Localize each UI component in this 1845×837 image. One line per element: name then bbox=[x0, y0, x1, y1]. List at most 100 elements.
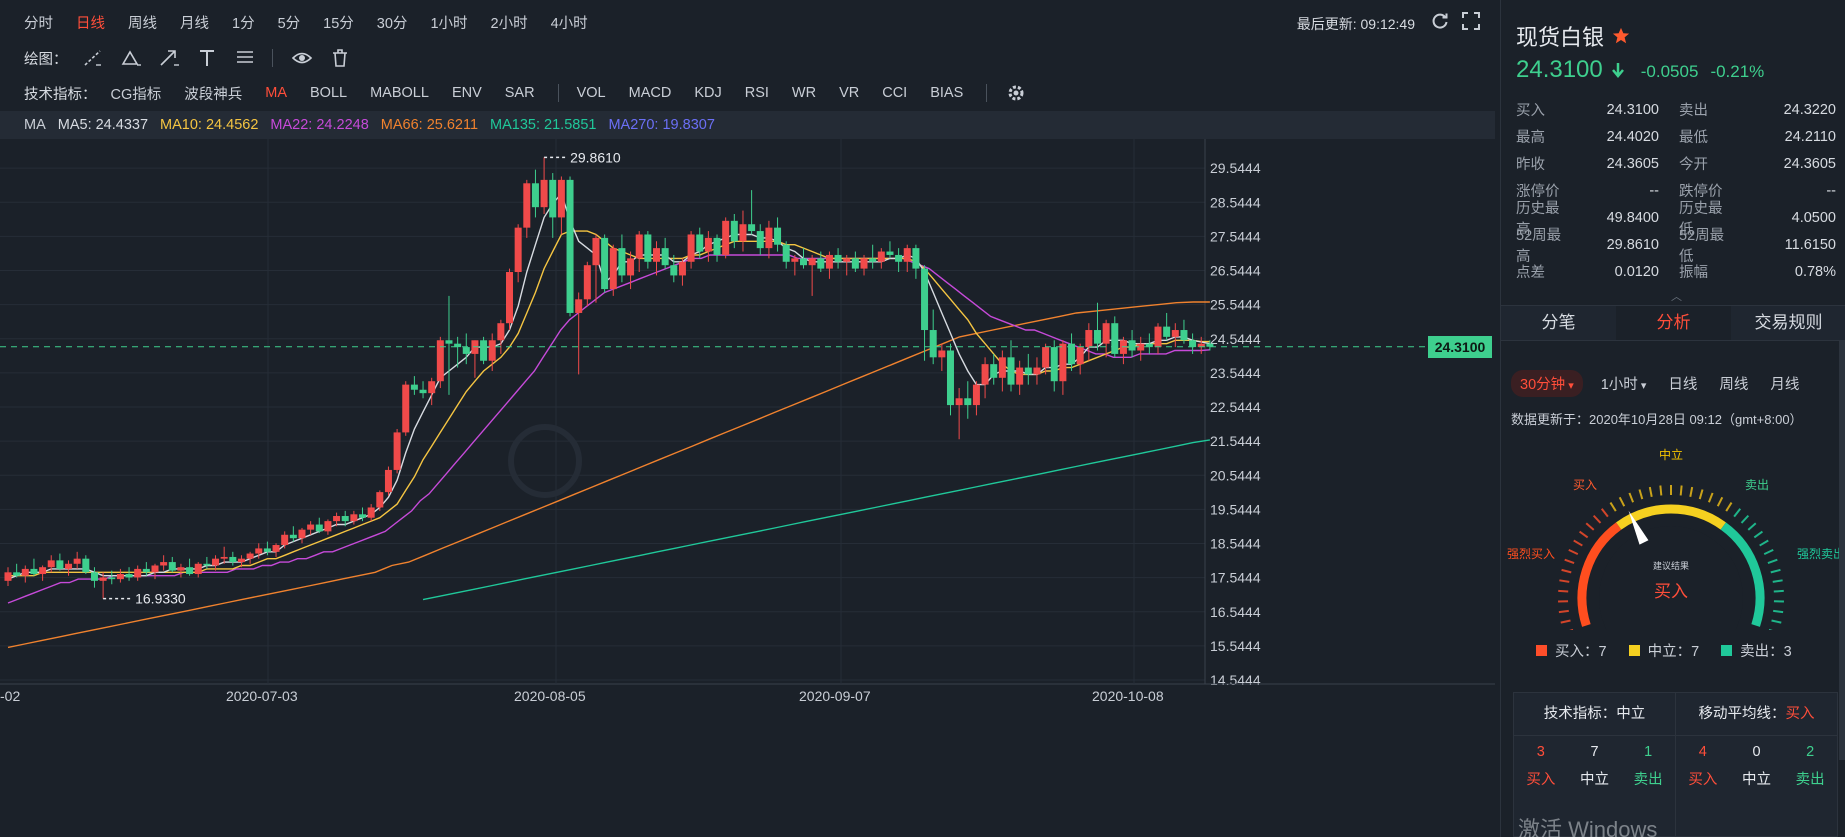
candle-body bbox=[912, 248, 920, 269]
analysis-period-tab[interactable]: 月线 bbox=[1770, 373, 1799, 394]
indicator-item[interactable]: BOLL bbox=[310, 85, 347, 101]
line-tool-icon[interactable] bbox=[82, 47, 104, 69]
sell-count: 卖出：3 bbox=[1721, 640, 1792, 661]
tech-summary-head: 技术指标：中立 bbox=[1514, 693, 1675, 736]
draw-label: 绘图： bbox=[24, 51, 68, 68]
indicator-item[interactable]: VOL bbox=[577, 85, 606, 101]
arrow-tool-icon[interactable] bbox=[158, 47, 180, 69]
analysis-period-tab[interactable]: 1小时 ▾ bbox=[1601, 373, 1647, 394]
refresh-icon[interactable] bbox=[1430, 11, 1450, 31]
candle-body bbox=[39, 567, 47, 575]
y-tick-label: 27.5444 bbox=[1210, 228, 1261, 244]
period-tab[interactable]: 30分 bbox=[377, 12, 408, 33]
period-tab[interactable]: 4小时 bbox=[551, 12, 588, 33]
quote-row: 买入 24.3100 卖出 24.3220 bbox=[1516, 96, 1836, 123]
quote-value: 24.3220 bbox=[1783, 101, 1836, 118]
candle-body bbox=[220, 556, 228, 559]
gauge-result: 买入 bbox=[1654, 582, 1688, 602]
quote-label: 52周最低 bbox=[1679, 227, 1725, 265]
analysis-period-tab[interactable]: 30分钟 ▾ bbox=[1511, 370, 1583, 397]
x-tick-label: 2020-10-08 bbox=[1092, 688, 1164, 704]
period-tab[interactable]: 5分 bbox=[278, 12, 301, 33]
candle-body bbox=[618, 248, 626, 276]
candle-body bbox=[393, 432, 401, 470]
fib-tool-icon[interactable] bbox=[234, 47, 256, 69]
ma66-value: MA66: 25.6211 bbox=[380, 117, 479, 133]
y-tick-label: 24.5444 bbox=[1210, 331, 1261, 347]
gauge-tick bbox=[1560, 619, 1571, 624]
neutral-count-label: 中立：7 bbox=[1647, 644, 1700, 660]
y-tick-label: 19.5444 bbox=[1210, 501, 1261, 517]
star-icon[interactable] bbox=[1612, 27, 1630, 45]
gauge-tick bbox=[1771, 619, 1782, 624]
candlestick-chart[interactable]: 30.5444 29.5444 28.5444 27.5444 26.5444 25.54… bbox=[0, 139, 1495, 837]
analysis-period-tab[interactable]: 周线 bbox=[1719, 373, 1748, 394]
triangle-tool-icon[interactable] bbox=[120, 47, 142, 69]
ma135-line bbox=[422, 439, 1211, 601]
indicator-item[interactable]: CG指标 bbox=[111, 83, 162, 104]
period-tab[interactable]: 日线 bbox=[76, 12, 105, 33]
candle-body bbox=[1050, 347, 1058, 382]
candle-body bbox=[1093, 330, 1101, 344]
indicator-item[interactable]: BIAS bbox=[930, 85, 963, 101]
indicator-item[interactable]: MACD bbox=[629, 85, 672, 101]
period-tab[interactable]: 1分 bbox=[232, 12, 255, 33]
candle-body bbox=[376, 492, 384, 508]
side-tab[interactable]: 分笔 bbox=[1501, 306, 1616, 340]
ma66-line bbox=[7, 301, 1210, 649]
candle-body bbox=[627, 258, 635, 276]
side-tab[interactable]: 交易规则 bbox=[1731, 306, 1845, 340]
chart-area[interactable]: 分时 日线 周线 月线 1分 5分 15分 30分 1小时 2小时 4小时 最后更新: 09:12:… bbox=[0, 0, 1495, 837]
candle-body bbox=[177, 567, 185, 571]
period-tab[interactable]: 月线 bbox=[180, 12, 209, 33]
quote-label: 52周最高 bbox=[1516, 227, 1562, 265]
low-annotation: 16.9330 bbox=[135, 591, 186, 607]
candle-body bbox=[333, 516, 341, 522]
period-tab[interactable]: 1小时 bbox=[430, 12, 467, 33]
gauge-tick bbox=[1638, 489, 1644, 500]
indicator-item[interactable]: RSI bbox=[745, 85, 769, 101]
indicator-item[interactable]: KDJ bbox=[694, 85, 721, 101]
period-tab[interactable]: 分时 bbox=[24, 12, 53, 33]
period-tab[interactable]: 2小时 bbox=[491, 12, 528, 33]
tech-sell-label: 卖出 bbox=[1633, 772, 1663, 788]
neutral-count: 中立：7 bbox=[1628, 640, 1700, 661]
candle-body bbox=[739, 224, 747, 242]
quote-value: 24.4020 bbox=[1606, 128, 1659, 145]
collapse-caret-icon[interactable]: ︿ bbox=[1671, 288, 1682, 304]
gauge-tick bbox=[1585, 522, 1595, 531]
indicator-item[interactable]: MABOLL bbox=[370, 85, 429, 101]
candle-body bbox=[981, 364, 989, 385]
indicator-item[interactable]: MA bbox=[265, 85, 287, 101]
gauge-label-strong-sell: 强烈卖出 bbox=[1797, 547, 1845, 561]
analysis-period-tab[interactable]: 日线 bbox=[1668, 373, 1697, 394]
indicator-item[interactable]: CCI bbox=[882, 85, 907, 101]
settings-gear-icon[interactable] bbox=[1005, 82, 1027, 104]
candle-body bbox=[359, 514, 367, 518]
period-tab[interactable]: 周线 bbox=[128, 12, 157, 33]
indicator-item[interactable]: ENV bbox=[452, 85, 482, 101]
candle-body bbox=[350, 514, 358, 522]
analysis-period-label: 日线 bbox=[1668, 377, 1698, 393]
candle-body bbox=[168, 562, 176, 571]
text-tool-icon[interactable] bbox=[196, 47, 218, 69]
candle-body bbox=[523, 183, 531, 228]
indicator-item[interactable]: WR bbox=[792, 85, 816, 101]
indicator-item[interactable]: 波段神兵 bbox=[184, 83, 242, 104]
y-tick-label: 29.5444 bbox=[1210, 160, 1261, 176]
eye-icon[interactable] bbox=[291, 47, 313, 69]
trash-icon[interactable] bbox=[329, 47, 351, 69]
side-tab[interactable]: 分析 bbox=[1616, 306, 1731, 340]
indicator-item[interactable]: VR bbox=[839, 85, 859, 101]
indicator-item[interactable]: SAR bbox=[505, 85, 535, 101]
fullscreen-icon[interactable] bbox=[1461, 11, 1481, 31]
last-price: 24.3100 bbox=[1516, 56, 1603, 83]
candle-body bbox=[1042, 347, 1050, 368]
ma-summary-head: 移动平均线：买入 bbox=[1676, 693, 1837, 736]
candle-body bbox=[955, 398, 963, 406]
quote-table: 买入 24.3100 卖出 24.3220 最高 24.4020 最低 24.2110 昨收 24… bbox=[1516, 96, 1836, 285]
tech-buy-num: 3 bbox=[1536, 744, 1545, 760]
candle-body bbox=[151, 565, 159, 573]
side-scrollbar[interactable] bbox=[1839, 340, 1845, 760]
period-tab[interactable]: 15分 bbox=[323, 12, 354, 33]
